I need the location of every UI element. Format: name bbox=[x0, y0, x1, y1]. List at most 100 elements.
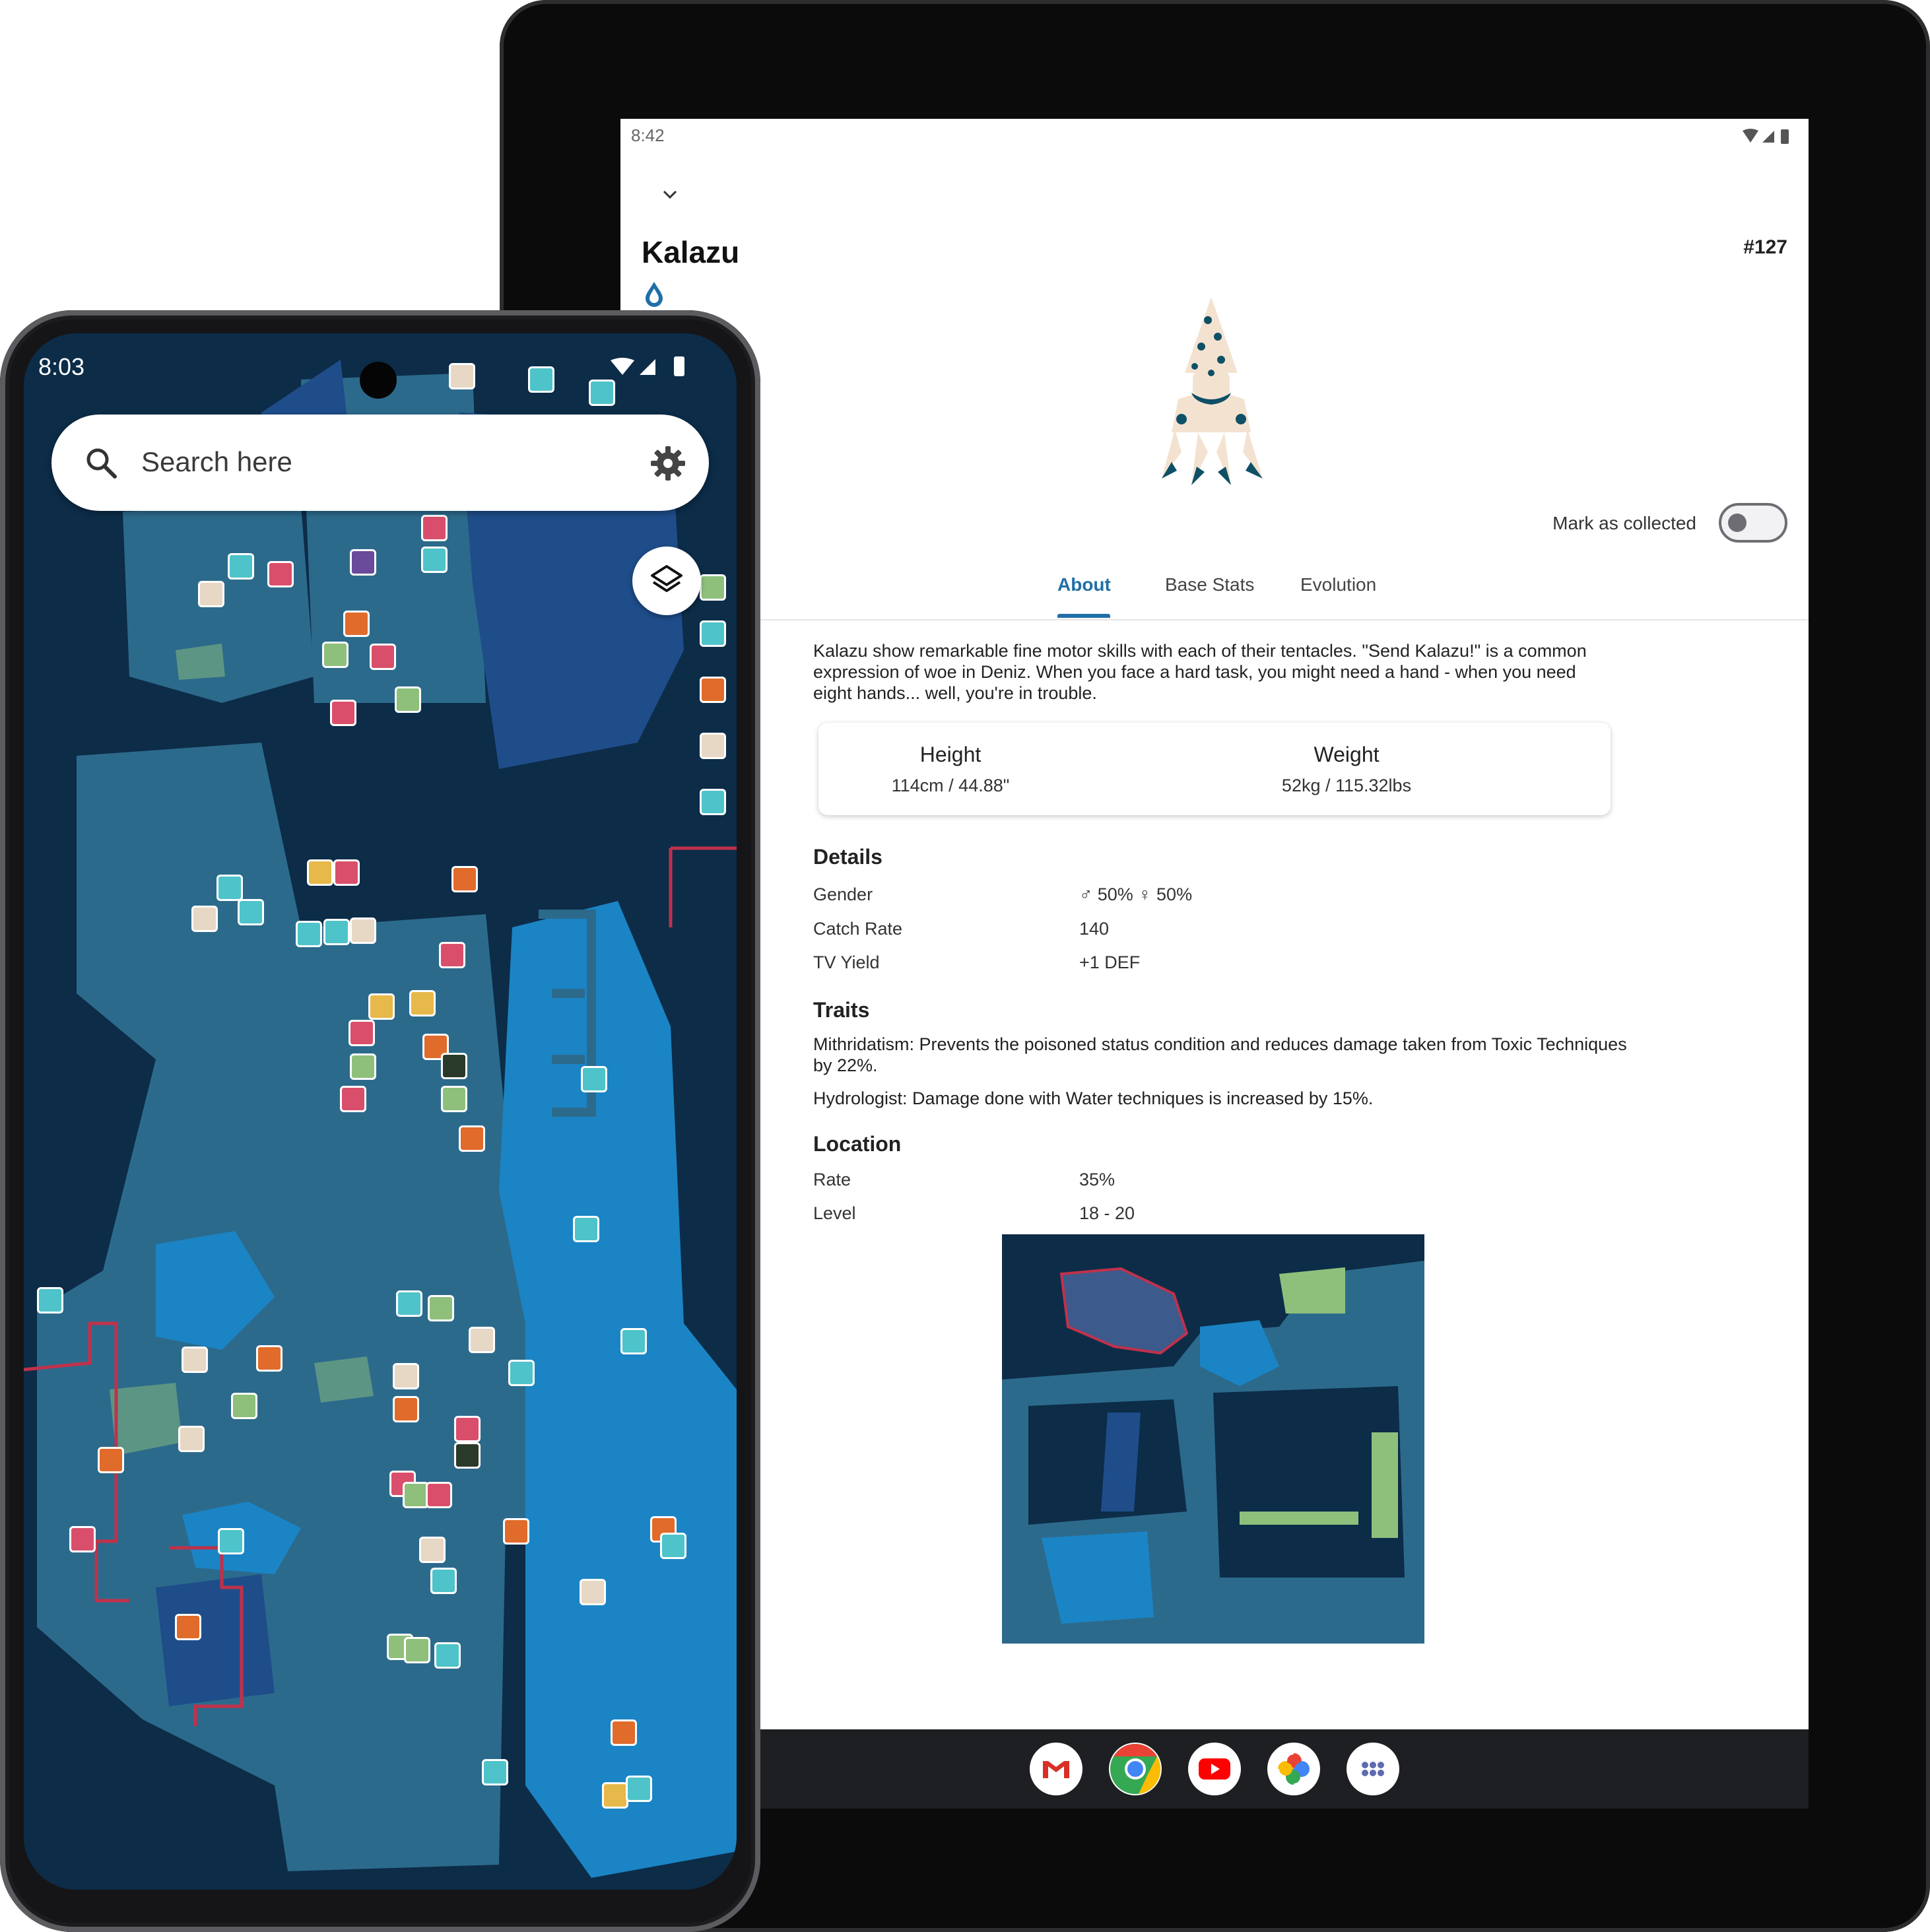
creature-marker[interactable] bbox=[182, 1347, 208, 1373]
creature-marker[interactable] bbox=[700, 677, 726, 703]
map-search-bar[interactable]: Search here bbox=[51, 415, 709, 511]
chrome-icon[interactable] bbox=[1109, 1743, 1162, 1795]
water-drop-icon bbox=[646, 282, 663, 307]
creature-marker[interactable] bbox=[323, 919, 350, 945]
search-icon[interactable] bbox=[82, 444, 121, 483]
creature-marker[interactable] bbox=[508, 1360, 535, 1386]
creature-marker[interactable] bbox=[396, 1290, 422, 1317]
creature-marker[interactable] bbox=[393, 1396, 419, 1422]
creature-marker[interactable] bbox=[482, 1759, 508, 1785]
creature-marker[interactable] bbox=[589, 380, 615, 406]
map-terrain[interactable] bbox=[24, 333, 737, 1890]
creature-marker[interactable] bbox=[231, 1393, 257, 1419]
creature-marker[interactable] bbox=[393, 1363, 419, 1389]
phone-map[interactable] bbox=[24, 333, 737, 1890]
creature-marker[interactable] bbox=[218, 1528, 244, 1554]
height-label: Height bbox=[919, 743, 982, 766]
creature-marker[interactable] bbox=[620, 1328, 647, 1354]
creature-marker[interactable] bbox=[449, 363, 475, 389]
location-value: 18 - 20 bbox=[1079, 1203, 1135, 1223]
creature-marker[interactable] bbox=[98, 1447, 124, 1473]
location-minimap[interactable] bbox=[1002, 1234, 1424, 1644]
creature-marker[interactable] bbox=[700, 789, 726, 815]
creature-marker[interactable] bbox=[343, 611, 370, 637]
creature-marker[interactable] bbox=[421, 515, 448, 541]
phone-status-time: 8:03 bbox=[38, 353, 85, 380]
weight-value: 52kg / 115.32lbs bbox=[1281, 776, 1412, 795]
creature-marker[interactable] bbox=[602, 1782, 628, 1809]
creature-marker[interactable] bbox=[349, 1020, 375, 1046]
layers-button[interactable] bbox=[632, 547, 701, 615]
location-value: 35% bbox=[1079, 1170, 1115, 1189]
creature-marker[interactable] bbox=[419, 1537, 446, 1563]
creature-marker[interactable] bbox=[439, 942, 465, 968]
tab-base-stats[interactable]: Base Stats bbox=[1165, 574, 1254, 595]
tab-evolution[interactable]: Evolution bbox=[1300, 574, 1376, 595]
detail-value: ♂ 50% ♀ 50% bbox=[1079, 884, 1193, 904]
creature-marker[interactable] bbox=[454, 1442, 481, 1469]
creature-marker[interactable] bbox=[573, 1216, 599, 1242]
creature-marker[interactable] bbox=[267, 561, 294, 587]
creature-marker[interactable] bbox=[350, 549, 376, 576]
creature-marker[interactable] bbox=[469, 1327, 495, 1353]
mark-collected-label: Mark as collected bbox=[1552, 513, 1696, 533]
layers-icon bbox=[651, 565, 682, 592]
creature-marker[interactable] bbox=[409, 990, 436, 1016]
creature-marker[interactable] bbox=[296, 921, 322, 947]
creature-marker[interactable] bbox=[421, 547, 448, 573]
search-input[interactable]: Search here bbox=[141, 446, 292, 478]
creature-marker[interactable] bbox=[340, 1086, 366, 1112]
creature-marker[interactable] bbox=[330, 700, 356, 726]
creature-marker[interactable] bbox=[350, 917, 376, 944]
creature-marker[interactable] bbox=[404, 1637, 430, 1663]
creature-marker[interactable] bbox=[441, 1053, 467, 1079]
creature-marker[interactable] bbox=[69, 1526, 96, 1552]
height-value: 114cm / 44.88" bbox=[891, 776, 1010, 795]
creature-marker[interactable] bbox=[700, 620, 726, 647]
creature-marker[interactable] bbox=[700, 574, 726, 601]
youtube-icon[interactable] bbox=[1188, 1743, 1241, 1795]
creature-marker[interactable] bbox=[503, 1518, 529, 1545]
creature-marker[interactable] bbox=[660, 1533, 686, 1559]
creature-marker[interactable] bbox=[350, 1053, 376, 1080]
creature-marker[interactable] bbox=[238, 899, 264, 925]
creature-marker[interactable] bbox=[430, 1568, 457, 1594]
creature-marker[interactable] bbox=[198, 581, 224, 607]
creature-marker[interactable] bbox=[228, 553, 254, 580]
creature-marker[interactable] bbox=[307, 859, 333, 886]
collected-toggle[interactable] bbox=[1719, 503, 1787, 543]
gmail-icon[interactable] bbox=[1030, 1743, 1082, 1795]
creature-marker[interactable] bbox=[611, 1719, 637, 1746]
creature-marker[interactable] bbox=[426, 1482, 452, 1508]
chevron-down-icon[interactable] bbox=[660, 185, 680, 205]
creature-marker[interactable] bbox=[441, 1086, 467, 1112]
creature-marker[interactable] bbox=[216, 875, 243, 901]
creature-marker[interactable] bbox=[451, 866, 478, 892]
creature-marker[interactable] bbox=[580, 1579, 606, 1605]
creature-marker[interactable] bbox=[333, 859, 360, 886]
creature-marker[interactable] bbox=[454, 1416, 481, 1442]
creature-marker[interactable] bbox=[459, 1125, 485, 1152]
app-drawer-icon[interactable] bbox=[1347, 1743, 1399, 1795]
creature-marker[interactable] bbox=[395, 686, 421, 713]
creature-marker[interactable] bbox=[37, 1287, 63, 1314]
creature-marker[interactable] bbox=[428, 1295, 454, 1321]
creature-marker[interactable] bbox=[178, 1426, 205, 1452]
creature-marker[interactable] bbox=[434, 1642, 461, 1669]
creature-marker[interactable] bbox=[626, 1776, 652, 1802]
creature-marker[interactable] bbox=[322, 642, 349, 668]
creature-marker[interactable] bbox=[175, 1614, 201, 1640]
creature-marker[interactable] bbox=[581, 1066, 607, 1092]
status-icons bbox=[1743, 129, 1789, 144]
creature-marker[interactable] bbox=[368, 993, 395, 1020]
creature-marker[interactable] bbox=[256, 1345, 283, 1372]
creature-marker[interactable] bbox=[700, 733, 726, 759]
creature-marker[interactable] bbox=[528, 366, 554, 393]
weight-label: Weight bbox=[1314, 743, 1380, 766]
tab-about[interactable]: About bbox=[1057, 574, 1111, 595]
photos-icon[interactable] bbox=[1267, 1743, 1320, 1795]
gear-icon[interactable] bbox=[648, 444, 688, 483]
creature-marker[interactable] bbox=[191, 906, 218, 932]
creature-marker[interactable] bbox=[370, 644, 396, 670]
creature-marker[interactable] bbox=[403, 1482, 429, 1508]
